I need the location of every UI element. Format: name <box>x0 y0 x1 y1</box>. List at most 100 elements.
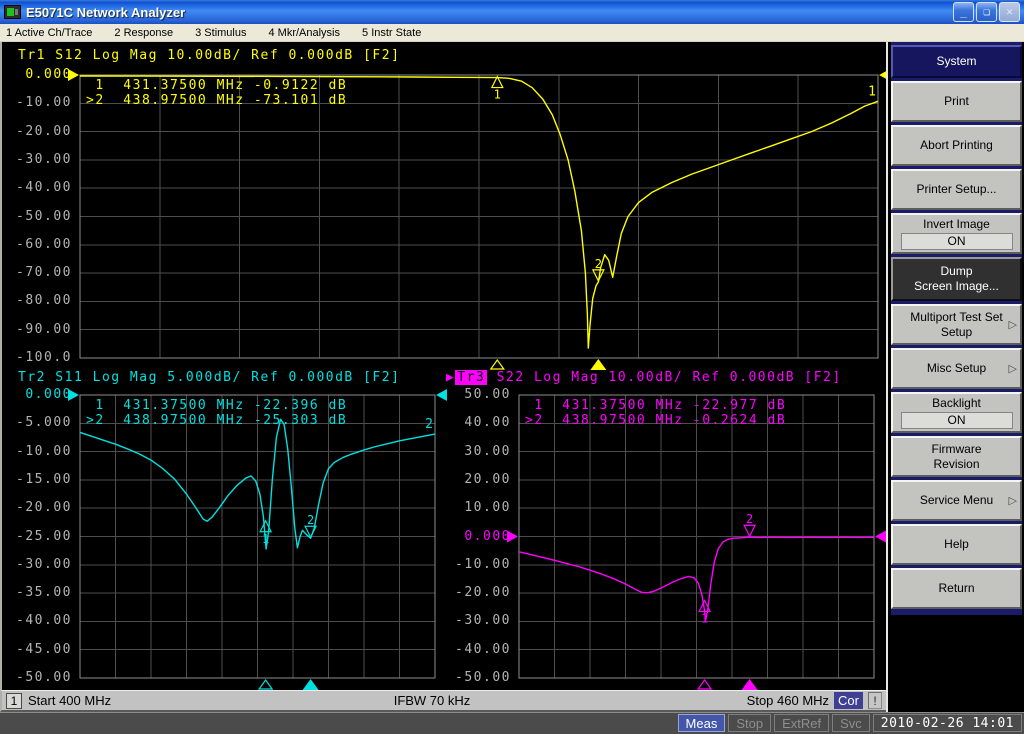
taskbar-cells: Meas Stop ExtRef Svc 2010-02-26 14:01 <box>677 714 1022 732</box>
y-axis-label-tr3: -10.00 <box>455 556 511 572</box>
y-axis-label-tr2: -40.00 <box>16 613 72 629</box>
softkey-label: Service Menu <box>919 493 994 507</box>
y-axis-label-tr2: -50.00 <box>16 670 72 685</box>
marker-glyph-down <box>743 524 757 538</box>
window-controls: _ ❏ ✕ <box>953 2 1020 22</box>
softkey-return[interactable]: Return <box>891 568 1022 609</box>
close-icon: ✕ <box>1006 5 1013 18</box>
softkey-dump-screen-image[interactable]: Dump Screen Image... <box>891 257 1022 301</box>
softkey-label: Printer Setup... <box>916 182 997 196</box>
y-axis-label-tr3: 0.000 <box>464 528 511 544</box>
trace-number-label: 2 <box>425 417 433 432</box>
restore-button[interactable]: ❏ <box>976 2 997 22</box>
y-axis-label-tr3: -40.00 <box>455 641 511 657</box>
softkey-label: Print <box>944 94 969 108</box>
softkey-backlight[interactable]: Backlight ON <box>891 392 1022 433</box>
y-axis-label-tr2: -45.00 <box>16 641 72 657</box>
softkey-system[interactable]: System <box>891 45 1022 78</box>
y-axis-label-tr2: -25.00 <box>16 528 72 544</box>
marker-readout-tr3: 1 431.37500 MHz -22.977 dB >2 438.97500 … <box>525 398 787 428</box>
start-frequency-label: Start 400 MHz <box>28 693 112 708</box>
correction-status-badge: Cor <box>834 692 863 709</box>
menu-item-3-stimulus[interactable]: 3 Stimulus <box>195 27 257 39</box>
softkey-firmware-revision[interactable]: Firmware Revision <box>891 436 1022 477</box>
y-axis-label-tr3: 30.00 <box>464 443 511 459</box>
close-button: ✕ <box>999 2 1020 22</box>
y-axis-label-tr2: -5.000 <box>16 415 72 431</box>
softkey-label: Screen Image... <box>914 279 999 293</box>
y-axis-label-tr2: -30.00 <box>16 556 72 572</box>
y-axis-label-tr1: -50.00 <box>16 208 72 224</box>
y-axis-label-tr2: -10.00 <box>16 443 72 459</box>
softkey-invert-image[interactable]: Invert Image ON <box>891 213 1022 254</box>
channel-number-badge: 1 <box>6 692 22 709</box>
marker-number: 1 <box>262 532 269 546</box>
softkey-button-stack: System Print Abort Printing Printer Setup..… <box>891 42 1022 615</box>
softkey-label: Invert Image <box>923 217 990 231</box>
y-axis-label-tr1: -60.00 <box>16 236 72 252</box>
active-trace-arrow-icon: ▶ <box>446 370 456 385</box>
taskbar-indicator-meas: Meas <box>677 714 726 732</box>
softkey-label: Setup <box>940 324 973 339</box>
instrument-screen: 1 1 2 2 1 2 1 2 0.000 -10.00 -20.00 -30.00 -40.00 -5… <box>0 42 888 690</box>
stimulus-marker-active <box>590 359 607 370</box>
marker-number: 1 <box>494 88 501 102</box>
submenu-arrow-icon: ▷ <box>1008 362 1017 375</box>
title-bar: E5071C Network Analyzer _ ❏ ✕ <box>0 0 1024 24</box>
softkey-sidebar: System Print Abort Printing Printer Setup..… <box>886 42 1024 712</box>
softkey-label: Backlight <box>932 396 981 410</box>
y-axis-label-tr1: -20.00 <box>16 123 72 139</box>
restore-icon: ❏ <box>983 5 990 18</box>
y-axis-label-tr1: -100.0 <box>16 350 72 365</box>
y-axis-label-tr3: 20.00 <box>464 471 511 487</box>
softkey-label: Return <box>938 581 975 595</box>
submenu-arrow-icon: ▷ <box>1008 494 1017 507</box>
menu-item-5-instr-state[interactable]: 5 Instr State <box>362 27 432 39</box>
y-axis-label-tr1: -40.00 <box>16 180 72 196</box>
taskbar-indicator-stop: Stop <box>728 714 772 732</box>
softkey-help[interactable]: Help <box>891 524 1022 565</box>
y-axis-label-tr2: 0.000 <box>25 387 72 402</box>
softkey-state-box: ON <box>900 412 1013 429</box>
softkey-printer-setup[interactable]: Printer Setup... <box>891 169 1022 210</box>
softkey-multiport-test-set-setup[interactable]: Multiport Test Set Setup ▷ <box>891 304 1022 345</box>
y-axis-label-tr1: -30.00 <box>16 151 72 167</box>
menu-item-4-mkr-analysis[interactable]: 4 Mkr/Analysis <box>268 27 351 39</box>
menu-item-2-response[interactable]: 2 Response <box>114 27 184 39</box>
softkey-misc-setup[interactable]: Misc Setup ▷ <box>891 348 1022 389</box>
marker-readout-tr2: 1 431.37500 MHz -22.396 dB >2 438.97500 … <box>86 398 348 428</box>
stimulus-marker <box>696 678 713 690</box>
stimulus-marker-active <box>741 679 758 690</box>
marker-readout-tr1: 1 431.37500 MHz -0.9122 dB >2 438.97500 … <box>86 78 348 108</box>
status-bar: 1 Start 400 MHz IFBW 70 kHz Stop 460 MHz… <box>0 690 886 712</box>
y-axis-label-tr3: -20.00 <box>455 585 511 601</box>
y-axis-label-tr1: -10.00 <box>16 95 72 111</box>
y-axis-label-tr1: -90.00 <box>16 321 72 337</box>
taskbar-indicator-svc: Svc <box>832 714 870 732</box>
marker-number: 2 <box>746 512 753 526</box>
trace-number-label: 1 <box>868 84 876 99</box>
softkey-label: Dump <box>940 264 973 278</box>
y-axis-label-tr3: -50.00 <box>455 670 511 685</box>
window-title: E5071C Network Analyzer <box>26 4 186 20</box>
minimize-button[interactable]: _ <box>953 2 974 22</box>
minimize-icon: _ <box>960 5 967 18</box>
app-icon <box>4 5 21 19</box>
instrument-taskbar: Meas Stop ExtRef Svc 2010-02-26 14:01 <box>0 712 1024 734</box>
y-axis-label-tr3: -30.00 <box>455 613 511 629</box>
menu-item-1-active-ch-trace[interactable]: 1 Active Ch/Trace <box>6 27 103 39</box>
e5071c-app-window: E5071C Network Analyzer _ ❏ ✕ 1 Active Ch/… <box>0 0 1024 734</box>
ifbw-label: IFBW 70 kHz <box>393 693 471 708</box>
softkey-state-box: ON <box>900 233 1013 250</box>
softkey-abort-printing[interactable]: Abort Printing <box>891 125 1022 166</box>
trace-header-text: S22 Log Mag 10.00dB/ Ref 0.000dB [F2] <box>487 370 842 385</box>
warning-badge: ! <box>868 692 882 709</box>
softkey-service-menu[interactable]: Service Menu ▷ <box>891 480 1022 521</box>
marker-number: 2 <box>307 513 314 527</box>
stimulus-marker <box>257 678 274 690</box>
softkey-label: Misc Setup <box>926 361 987 375</box>
softkey-label: System <box>936 54 977 68</box>
marker-number: 2 <box>595 257 602 271</box>
softkey-print[interactable]: Print <box>891 81 1022 122</box>
y-axis-label-tr1: -70.00 <box>16 265 72 281</box>
